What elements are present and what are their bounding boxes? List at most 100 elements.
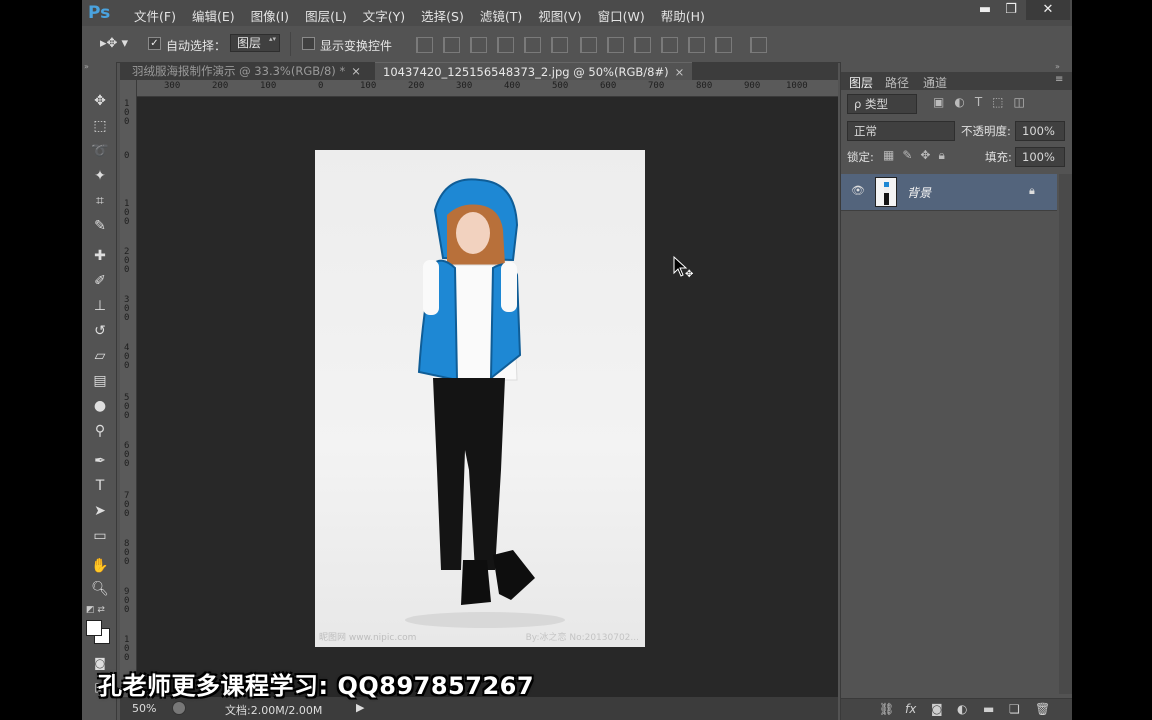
blur-tool-icon[interactable]: ●: [88, 395, 112, 417]
lock-all-icon[interactable]: 🔒︎: [938, 148, 944, 163]
menu-filter[interactable]: 滤镜(T): [472, 6, 530, 25]
move-tool-preset-icon[interactable]: ▸✥ ▾: [100, 36, 128, 51]
menu-image[interactable]: 图像(I): [243, 6, 297, 25]
collapse-panel-icon[interactable]: »: [1055, 62, 1060, 71]
layer-filter-dropdown[interactable]: ρ 类型: [847, 94, 917, 114]
move-tool-icon[interactable]: ✥: [88, 90, 112, 112]
lock-image-icon[interactable]: ✎: [902, 148, 912, 163]
align-bottom-icon[interactable]: [470, 37, 487, 53]
auto-select-checkbox[interactable]: ✓: [148, 37, 161, 50]
horizontal-ruler[interactable]: 300 200 100 0 100 200 300 400 500 600 70…: [120, 80, 838, 97]
layer-style-icon[interactable]: fx: [905, 702, 916, 716]
eyedropper-tool-icon[interactable]: ✎: [88, 215, 112, 237]
document-size: 文档:2.00M/2.00M: [225, 704, 323, 717]
eraser-tool-icon[interactable]: ▱: [88, 345, 112, 367]
menu-edit[interactable]: 编辑(E): [184, 6, 243, 25]
menu-window[interactable]: 窗口(W): [590, 6, 653, 25]
restore-button[interactable]: ❐: [996, 0, 1026, 20]
history-brush-tool-icon[interactable]: ↺: [88, 320, 112, 342]
collapse-tools-icon[interactable]: »: [84, 62, 89, 71]
filter-pixel-icon[interactable]: ▣: [933, 95, 944, 109]
show-transform-checkbox[interactable]: [302, 37, 315, 50]
blend-mode-dropdown[interactable]: 正常: [847, 121, 955, 141]
menu-file[interactable]: 文件(F): [126, 6, 184, 25]
zoom-tool-icon[interactable]: 🔍︎: [88, 578, 112, 600]
align-hcenter-icon[interactable]: [524, 37, 541, 53]
path-selection-tool-icon[interactable]: ➤: [88, 500, 112, 522]
ruler-tick: 100: [260, 81, 277, 91]
tab-photo-document[interactable]: 10437420_125156548373_2.jpg @ 50%(RGB/8#…: [375, 62, 693, 81]
menu-type[interactable]: 文字(Y): [355, 6, 413, 25]
new-group-icon[interactable]: ▬: [983, 702, 994, 716]
link-layers-icon[interactable]: ⛓: [879, 702, 894, 716]
rectangle-tool-icon[interactable]: ▭: [88, 525, 112, 547]
filter-shape-icon[interactable]: ⬚: [992, 95, 1003, 109]
document-photo[interactable]: 昵图网 www.nipic.com By:冰之恋 No:20130702...: [315, 150, 645, 647]
eye-visibility-icon[interactable]: 👁︎: [851, 184, 865, 197]
filter-adjustment-icon[interactable]: ◐: [954, 95, 964, 109]
lasso-tool-icon[interactable]: ➰: [88, 140, 112, 162]
share-icon[interactable]: [172, 701, 186, 715]
tab-poster-document[interactable]: 羽绒服海报制作演示 @ 33.3%(RGB/8) * ×: [124, 62, 369, 80]
magic-wand-tool-icon[interactable]: ✦: [88, 165, 112, 187]
tab-channels[interactable]: 通道: [923, 74, 947, 91]
foreground-color-swatch[interactable]: [86, 620, 102, 636]
auto-align-icon[interactable]: [750, 37, 767, 53]
tab-paths[interactable]: 路径: [885, 74, 909, 91]
delete-layer-icon[interactable]: 🗑︎: [1035, 702, 1050, 716]
tab-layers[interactable]: 图层: [849, 74, 873, 91]
ruler-tick: 1000: [786, 81, 808, 91]
gradient-tool-icon[interactable]: ▤: [88, 370, 112, 392]
align-left-icon[interactable]: [497, 37, 514, 53]
type-tool-icon[interactable]: T: [88, 475, 112, 497]
align-vcenter-icon[interactable]: [443, 37, 460, 53]
ruler-tick: 300: [164, 81, 181, 91]
add-mask-icon[interactable]: ◙: [931, 702, 943, 716]
distribute-buttons: [580, 37, 767, 53]
panel-menu-icon[interactable]: ≡: [1055, 74, 1063, 85]
crop-tool-icon[interactable]: ⌗: [88, 190, 112, 212]
layer-lock-icon: 🔒︎: [1029, 184, 1035, 197]
filter-type-icon[interactable]: T: [975, 95, 982, 109]
menu-help[interactable]: 帮助(H): [653, 6, 713, 25]
new-layer-icon[interactable]: ❏: [1009, 702, 1020, 716]
distribute-top-icon[interactable]: [580, 37, 597, 53]
close-tab-icon[interactable]: ×: [351, 64, 361, 78]
brush-tool-icon[interactable]: ✐: [88, 270, 112, 292]
close-tab-icon[interactable]: ×: [675, 65, 685, 79]
layers-scrollbar[interactable]: [1059, 174, 1072, 694]
fill-input[interactable]: 100%: [1015, 147, 1065, 167]
opacity-input[interactable]: 100%: [1015, 121, 1065, 141]
lock-transparent-icon[interactable]: ▦: [883, 148, 894, 163]
auto-select-target-dropdown[interactable]: 图层: [230, 34, 281, 52]
distribute-bottom-icon[interactable]: [634, 37, 651, 53]
healing-brush-tool-icon[interactable]: ✚: [88, 245, 112, 267]
close-window-button[interactable]: ✕: [1026, 0, 1070, 20]
vertical-ruler[interactable]: 100 0 100 200 300 400 500 600 700 800 90…: [120, 80, 137, 697]
dodge-tool-icon[interactable]: ⚲: [88, 420, 112, 442]
show-transform-label: 显示变换控件: [320, 39, 393, 53]
watermark-left: 昵图网 www.nipic.com: [319, 633, 417, 643]
layer-row-background[interactable]: 👁︎ 背景 🔒︎: [841, 174, 1057, 211]
document-tabs: 羽绒服海报制作演示 @ 33.3%(RGB/8) * × 10437420_125…: [120, 62, 838, 81]
ruler-tick: 300: [456, 81, 473, 91]
hand-tool-icon[interactable]: ✋: [88, 555, 112, 577]
align-top-icon[interactable]: [416, 37, 433, 53]
swap-colors-icon[interactable]: ◩ ⇄: [86, 605, 105, 615]
menu-layer[interactable]: 图层(L): [297, 6, 355, 25]
menu-view[interactable]: 视图(V): [530, 6, 589, 25]
marquee-tool-icon[interactable]: ⬚: [88, 115, 112, 137]
adjustment-layer-icon[interactable]: ◐: [957, 702, 967, 716]
pen-tool-icon[interactable]: ✒: [88, 450, 112, 472]
zoom-level[interactable]: 50%: [132, 702, 156, 715]
distribute-vcenter-icon[interactable]: [607, 37, 624, 53]
menu-select[interactable]: 选择(S): [413, 6, 472, 25]
clone-stamp-tool-icon[interactable]: ⊥: [88, 295, 112, 317]
lock-position-icon[interactable]: ✥: [920, 148, 930, 163]
status-menu-arrow-icon[interactable]: ▶: [356, 701, 364, 714]
distribute-right-icon[interactable]: [715, 37, 732, 53]
align-right-icon[interactable]: [551, 37, 568, 53]
filter-smart-icon[interactable]: ◫: [1014, 95, 1025, 109]
distribute-left-icon[interactable]: [661, 37, 678, 53]
distribute-hcenter-icon[interactable]: [688, 37, 705, 53]
